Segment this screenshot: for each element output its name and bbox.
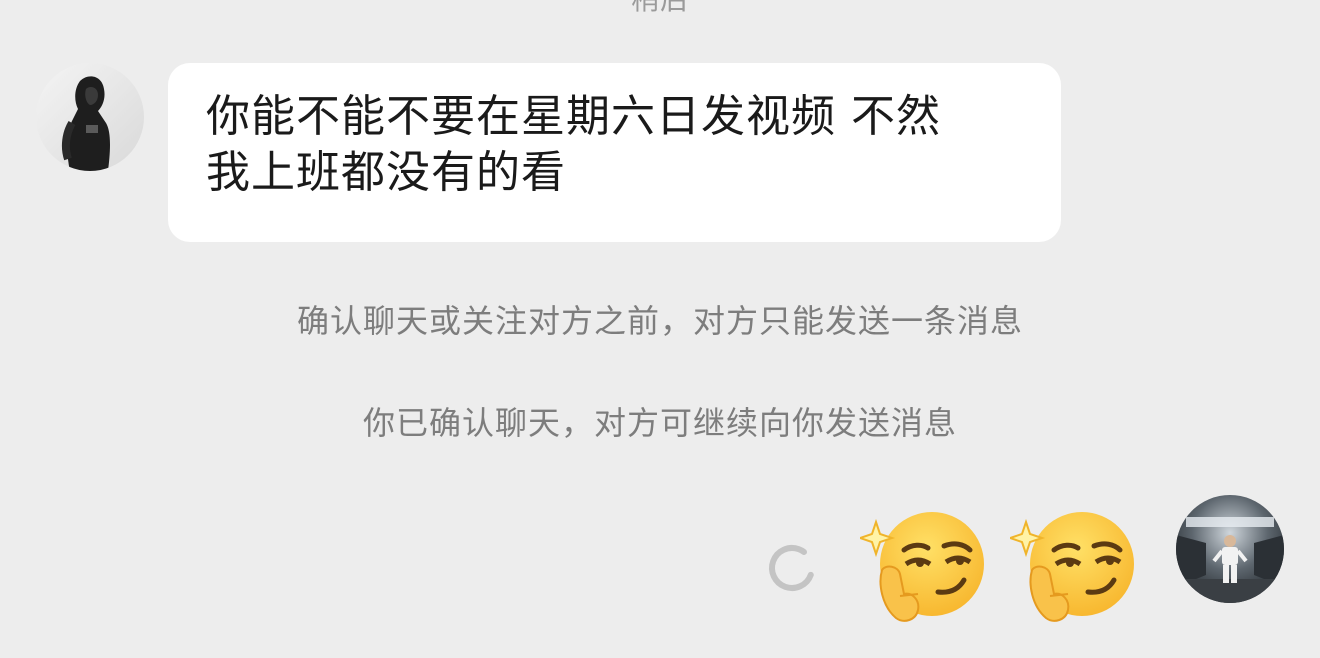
person-in-hall-avatar-image [1176, 495, 1284, 603]
thinking-sparkle-emoji[interactable] [1010, 508, 1138, 628]
message-line-1: 你能不能不要在星期六日发视频 不然 [206, 91, 941, 142]
hooded-person-avatar-image [36, 63, 144, 171]
system-notice-limit: 确认聊天或关注对方之前，对方只能发送一条消息 [296, 302, 1023, 340]
previous-message-partial: 稍后 [0, 0, 1320, 18]
incoming-message-bubble[interactable]: 你能不能不要在星期六日发视频 不然 我上班都没有的看 [168, 63, 1061, 242]
my-avatar[interactable] [1176, 495, 1284, 603]
thinking-sparkle-emoji[interactable] [860, 508, 988, 628]
message-line-2: 我上班都没有的看 [206, 147, 566, 198]
chat-view: 稍后 你能不能不要在星期六日发视频 不然 我上班都没有的看 确认聊天或关注对方之… [0, 0, 1320, 658]
system-notice-confirmed: 你已确认聊天，对方可继续向你发送消息 [362, 404, 957, 442]
sending-spinner-icon [766, 542, 818, 594]
sender-avatar[interactable] [36, 63, 144, 171]
